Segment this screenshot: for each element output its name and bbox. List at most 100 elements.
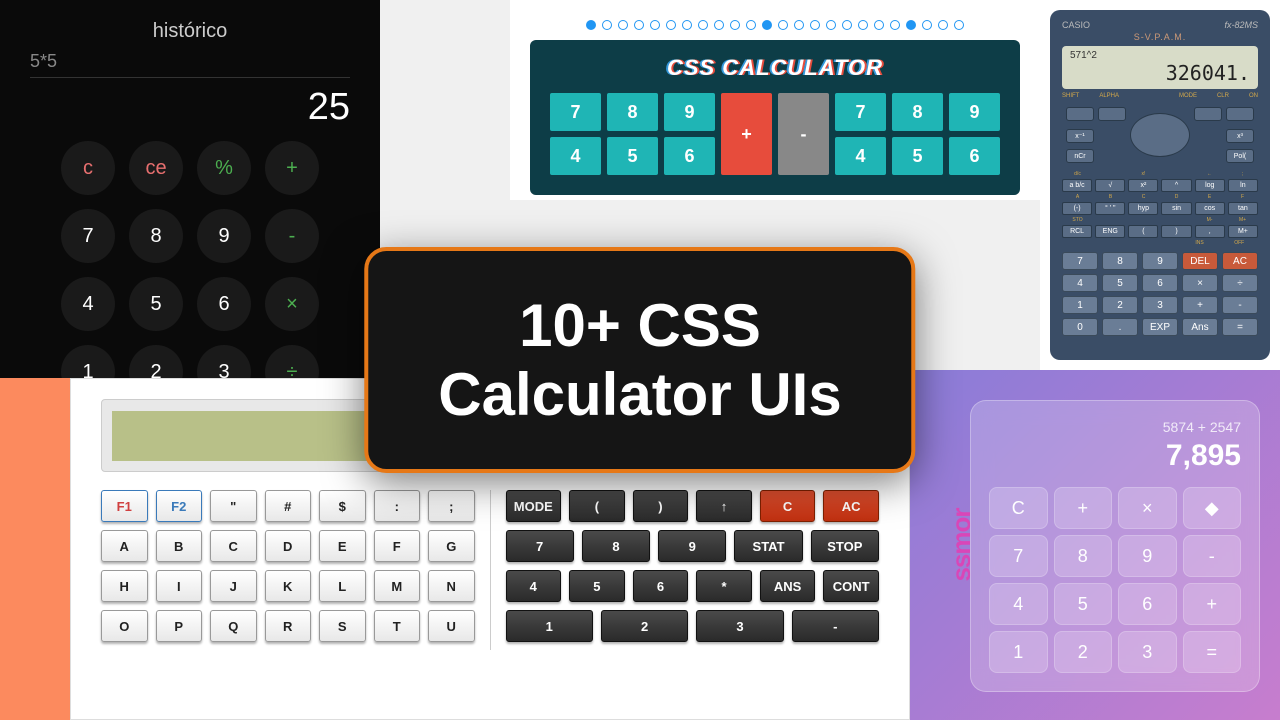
key-E[interactable]: E	[319, 530, 366, 562]
fn-ENG[interactable]: ENG	[1095, 225, 1125, 238]
key-5[interactable]: 5	[607, 137, 658, 175]
fn-^[interactable]: ^	[1161, 179, 1191, 192]
pagination-dot[interactable]	[698, 20, 708, 30]
key-C[interactable]: C	[760, 490, 816, 522]
pagination-dot[interactable]	[858, 20, 868, 30]
key-0[interactable]: 0	[1062, 318, 1098, 336]
key-MODE[interactable]: MODE	[506, 490, 562, 522]
key-Q[interactable]: Q	[210, 610, 257, 642]
pagination-dot[interactable]	[938, 20, 948, 30]
key-1[interactable]: 1	[506, 610, 593, 642]
key-+[interactable]: +	[265, 141, 319, 195]
key-8[interactable]: 8	[1054, 535, 1113, 577]
key-4[interactable]: 4	[989, 583, 1048, 625]
key-#[interactable]: #	[265, 490, 312, 522]
key-7[interactable]: 7	[835, 93, 886, 131]
key-6[interactable]: 6	[664, 137, 715, 175]
key-AC[interactable]: AC	[823, 490, 879, 522]
key-P[interactable]: P	[156, 610, 203, 642]
key-5[interactable]: 5	[569, 570, 625, 602]
pagination-dot[interactable]	[762, 20, 772, 30]
key-6[interactable]: 6	[1142, 274, 1178, 292]
key-8[interactable]: 8	[607, 93, 658, 131]
key-8[interactable]: 8	[1102, 252, 1138, 270]
key-)[interactable]: )	[633, 490, 689, 522]
key-C[interactable]: C	[210, 530, 257, 562]
key-9[interactable]: 9	[658, 530, 726, 562]
key-STOP[interactable]: STOP	[811, 530, 879, 562]
key-7[interactable]: 7	[506, 530, 574, 562]
fn-tan[interactable]: tan	[1228, 202, 1258, 215]
key-DEL[interactable]: DEL	[1182, 252, 1218, 270]
pagination-dot[interactable]	[618, 20, 628, 30]
on-button[interactable]	[1226, 107, 1254, 121]
key-6[interactable]: 6	[633, 570, 689, 602]
key-S[interactable]: S	[319, 610, 366, 642]
key-U[interactable]: U	[428, 610, 475, 642]
key-9[interactable]: 9	[1118, 535, 1177, 577]
pagination-dot[interactable]	[714, 20, 724, 30]
key-8[interactable]: 8	[582, 530, 650, 562]
key-;[interactable]: ;	[428, 490, 475, 522]
key-$[interactable]: $	[319, 490, 366, 522]
key-+[interactable]: +	[1054, 487, 1113, 529]
key-.[interactable]: .	[1102, 318, 1138, 336]
pagination-dot[interactable]	[602, 20, 612, 30]
fn-° ' "[interactable]: ° ' "	[1095, 202, 1125, 215]
key-9[interactable]: 9	[197, 209, 251, 263]
key-D[interactable]: D	[265, 530, 312, 562]
pagination-dot[interactable]	[634, 20, 644, 30]
key-G[interactable]: G	[428, 530, 475, 562]
key--[interactable]: -	[265, 209, 319, 263]
key-7[interactable]: 7	[989, 535, 1048, 577]
key-2[interactable]: 2	[1102, 296, 1138, 314]
key-↑[interactable]: ↑	[696, 490, 752, 522]
key-N[interactable]: N	[428, 570, 475, 602]
key-F1[interactable]: F1	[101, 490, 148, 522]
dpad-replay[interactable]	[1130, 113, 1190, 157]
fn-)[interactable]: )	[1161, 225, 1191, 238]
key-J[interactable]: J	[210, 570, 257, 602]
key-6[interactable]: 6	[949, 137, 1000, 175]
key-([interactable]: (	[569, 490, 625, 522]
fn-x²[interactable]: x²	[1128, 179, 1158, 192]
key-STAT[interactable]: STAT	[734, 530, 802, 562]
key-1[interactable]: 1	[1062, 296, 1098, 314]
fn-M+[interactable]: M+	[1228, 225, 1258, 238]
pagination-dot[interactable]	[842, 20, 852, 30]
pagination-dot[interactable]	[874, 20, 884, 30]
key-+[interactable]: +	[1183, 583, 1242, 625]
key-+[interactable]: +	[721, 93, 772, 175]
pagination-dot[interactable]	[890, 20, 900, 30]
key-2[interactable]: 2	[601, 610, 688, 642]
key-7[interactable]: 7	[550, 93, 601, 131]
key-F2[interactable]: F2	[156, 490, 203, 522]
fn-sin[interactable]: sin	[1161, 202, 1191, 215]
pagination-dot[interactable]	[922, 20, 932, 30]
fn-,[interactable]: ,	[1195, 225, 1225, 238]
key-c[interactable]: c	[61, 141, 115, 195]
key-×[interactable]: ×	[265, 277, 319, 331]
key-◆[interactable]: ◆	[1183, 487, 1242, 529]
pagination-dot[interactable]	[794, 20, 804, 30]
pagination-dot[interactable]	[954, 20, 964, 30]
fn-√[interactable]: √	[1095, 179, 1125, 192]
key-ANS[interactable]: ANS	[760, 570, 816, 602]
key--[interactable]: -	[1183, 535, 1242, 577]
key-5[interactable]: 5	[129, 277, 183, 331]
fn-ln[interactable]: ln	[1228, 179, 1258, 192]
key-1[interactable]: 1	[989, 631, 1048, 673]
key-H[interactable]: H	[101, 570, 148, 602]
shift-button[interactable]	[1066, 107, 1094, 121]
fn-log[interactable]: log	[1195, 179, 1225, 192]
key-"[interactable]: "	[210, 490, 257, 522]
pagination-dot[interactable]	[586, 20, 596, 30]
key-6[interactable]: 6	[197, 277, 251, 331]
ncr-button[interactable]: nCr	[1066, 149, 1094, 163]
key-÷[interactable]: ÷	[1222, 274, 1258, 292]
fn-cos[interactable]: cos	[1195, 202, 1225, 215]
key-4[interactable]: 4	[835, 137, 886, 175]
fn-hyp[interactable]: hyp	[1128, 202, 1158, 215]
key-:[interactable]: :	[374, 490, 421, 522]
fn-a b/c[interactable]: a b/c	[1062, 179, 1092, 192]
